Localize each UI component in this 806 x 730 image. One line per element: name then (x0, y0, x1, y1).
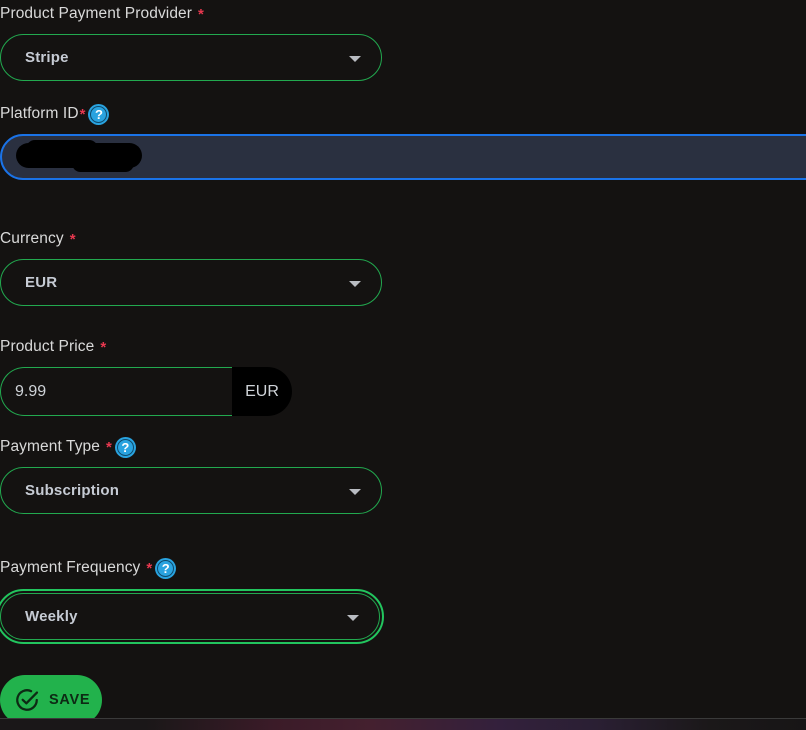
platform-id-label-row: Platform ID * ? (0, 103, 806, 125)
product-price-input[interactable]: 9.99 (0, 367, 232, 416)
platform-id-input[interactable] (0, 134, 806, 180)
provider-label-row: Product Payment Prodvider * (0, 3, 382, 25)
help-icon-glyph: ? (94, 106, 103, 122)
check-circle-icon (16, 689, 39, 711)
currency-label-row: Currency * (0, 228, 382, 250)
payment-type-select[interactable]: Subscription (0, 467, 382, 514)
field-platform-id: Platform ID * ? (0, 103, 806, 180)
payment-frequency-select[interactable]: Weekly (0, 589, 384, 644)
currency-select-value: EUR (25, 274, 58, 291)
field-product-payment-provider: Product Payment Prodvider * Stripe (0, 3, 382, 81)
platform-id-label: Platform ID (0, 105, 79, 122)
field-payment-frequency: Payment Frequency * ? Weekly (0, 557, 384, 644)
help-circle-icon[interactable]: ? (155, 557, 177, 579)
chevron-down-icon (349, 55, 361, 62)
product-price-currency-label: EUR (245, 382, 279, 400)
chevron-down-icon (349, 280, 361, 287)
provider-label: Product Payment Prodvider (0, 5, 193, 22)
product-price-required-asterisk: * (100, 338, 107, 356)
product-price-label: Product Price (0, 338, 95, 355)
payment-frequency-label-row: Payment Frequency * ? (0, 557, 380, 579)
payment-frequency-select-value: Weekly (25, 608, 78, 625)
field-currency: Currency * EUR (0, 228, 382, 306)
payment-type-required-asterisk: * (106, 438, 112, 456)
product-price-label-row: Product Price * (0, 336, 292, 358)
field-payment-type: Payment Type * ? Subscription (0, 436, 382, 514)
payment-type-select-value: Subscription (25, 482, 120, 499)
provider-select[interactable]: Stripe (0, 34, 382, 81)
payment-type-label-row: Payment Type * ? (0, 436, 382, 458)
currency-required-asterisk: * (69, 230, 76, 248)
chevron-down-icon (349, 488, 361, 495)
help-circle-icon[interactable]: ? (88, 103, 110, 125)
redaction-mark (16, 140, 142, 172)
provider-select-value: Stripe (25, 49, 69, 66)
currency-label: Currency (0, 230, 64, 247)
product-price-group: 9.99 EUR (0, 367, 292, 416)
product-price-value: 9.99 (15, 382, 47, 400)
field-product-price: Product Price * 9.99 EUR (0, 336, 292, 416)
help-circle-icon[interactable]: ? (114, 436, 136, 458)
payment-frequency-label: Payment Frequency (0, 559, 141, 576)
save-button-label: SAVE (49, 692, 91, 708)
payment-form-page: Product Payment Prodvider * Stripe Platf… (0, 0, 806, 730)
bottom-gradient-strip (0, 719, 806, 730)
product-price-currency-addon: EUR (232, 367, 292, 416)
provider-required-asterisk: * (198, 5, 204, 23)
help-icon-glyph: ? (121, 439, 130, 455)
platform-id-required-asterisk: * (79, 105, 86, 123)
payment-frequency-required-asterisk: * (146, 559, 153, 577)
chevron-down-icon (347, 614, 359, 621)
payment-type-label: Payment Type (0, 438, 100, 455)
currency-select[interactable]: EUR (0, 259, 382, 306)
help-icon-glyph: ? (161, 560, 170, 576)
